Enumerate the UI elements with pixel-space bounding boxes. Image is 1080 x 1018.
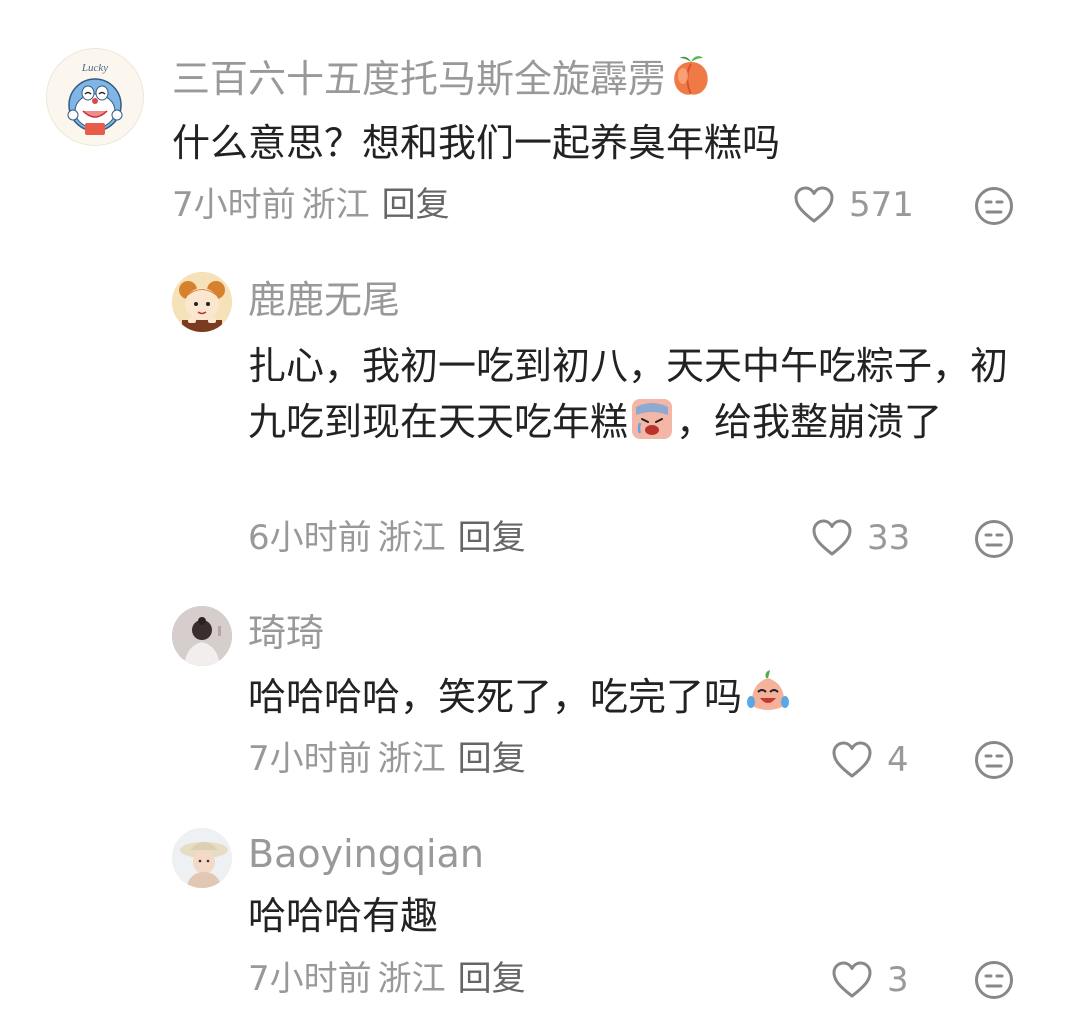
- like-button[interactable]: 3: [831, 960, 909, 1000]
- comment-text: 哈哈哈有趣: [248, 894, 439, 938]
- comment-meta: 7小时前 浙江 回复: [248, 742, 526, 776]
- neutral-face-icon: [975, 187, 1013, 225]
- comment-text: 什么意思？想和我们一起养臭年糕吗: [172, 121, 781, 165]
- user-avatar[interactable]: [172, 828, 232, 888]
- comment-text: 哈哈哈哈，笑死了，吃完了吗: [248, 668, 794, 725]
- reply-button[interactable]: 回复: [458, 518, 526, 558]
- reply-button[interactable]: 回复: [382, 185, 450, 225]
- avatar-lucky-text: Lucky: [81, 62, 108, 74]
- like-count: 571: [849, 185, 914, 225]
- comment-meta: 7小时前 浙江 回复: [172, 188, 450, 222]
- username[interactable]: 琦琦: [248, 614, 324, 652]
- dislike-button[interactable]: [974, 519, 1014, 559]
- dislike-button[interactable]: [974, 740, 1014, 780]
- user-avatar[interactable]: [172, 272, 232, 332]
- like-button[interactable]: 33: [811, 518, 910, 558]
- comment-time: 7小时前: [248, 959, 372, 999]
- username[interactable]: 鹿鹿无尾: [248, 281, 400, 319]
- dislike-button[interactable]: [974, 186, 1014, 226]
- comment-text: 扎心，我初一吃到初八，天天中午吃粽子，初九吃到现在天天吃年糕 ，给我整崩溃了: [248, 338, 1028, 450]
- like-button[interactable]: 571: [793, 185, 914, 225]
- comment-location: 浙江: [301, 185, 370, 225]
- reply-button[interactable]: 回复: [458, 739, 526, 779]
- cartoon-girl-avatar-image: [172, 272, 232, 332]
- comment-time: 7小时前: [248, 739, 372, 779]
- user-avatar[interactable]: Lucky: [46, 48, 144, 146]
- user-avatar[interactable]: [172, 606, 232, 666]
- like-count: 4: [887, 740, 909, 780]
- comment-meta: 7小时前 浙江 回复: [248, 962, 526, 996]
- neutral-face-icon: [975, 520, 1013, 558]
- crying-emoji: [630, 397, 674, 441]
- comment-text-part2: ，给我整崩溃了: [676, 400, 943, 444]
- like-count: 3: [887, 960, 909, 1000]
- username-text: 三百六十五度托马斯全旋霹雳: [172, 57, 667, 101]
- heart-outline-icon: [832, 741, 872, 778]
- reply-button[interactable]: 回复: [458, 959, 526, 999]
- peach-emoji: [668, 52, 714, 98]
- comment-location: 浙江: [377, 959, 446, 999]
- username[interactable]: 三百六十五度托马斯全旋霹雳: [172, 52, 716, 98]
- comment-time: 7小时前: [172, 185, 296, 225]
- heart-outline-icon: [832, 961, 872, 998]
- comment-location: 浙江: [377, 739, 446, 779]
- dislike-button[interactable]: [974, 960, 1014, 1000]
- neutral-face-icon: [975, 961, 1013, 999]
- doraemon-avatar-image: Lucky: [67, 62, 123, 135]
- girl-hat-avatar-image: [172, 828, 232, 888]
- comment-time: 6小时前: [248, 518, 372, 558]
- heart-outline-icon: [794, 186, 834, 223]
- like-count: 33: [867, 518, 911, 558]
- laughing-tears-emoji: [744, 668, 792, 716]
- like-button[interactable]: 4: [831, 740, 909, 780]
- woman-back-avatar-image: [172, 606, 232, 666]
- comment-meta: 6小时前 浙江 回复: [248, 521, 526, 555]
- heart-outline-icon: [812, 519, 852, 556]
- comment-location: 浙江: [377, 518, 446, 558]
- comment-text-content: 哈哈哈哈，笑死了，吃完了吗: [248, 675, 743, 719]
- neutral-face-icon: [975, 741, 1013, 779]
- username[interactable]: Baoyingqian: [248, 835, 484, 873]
